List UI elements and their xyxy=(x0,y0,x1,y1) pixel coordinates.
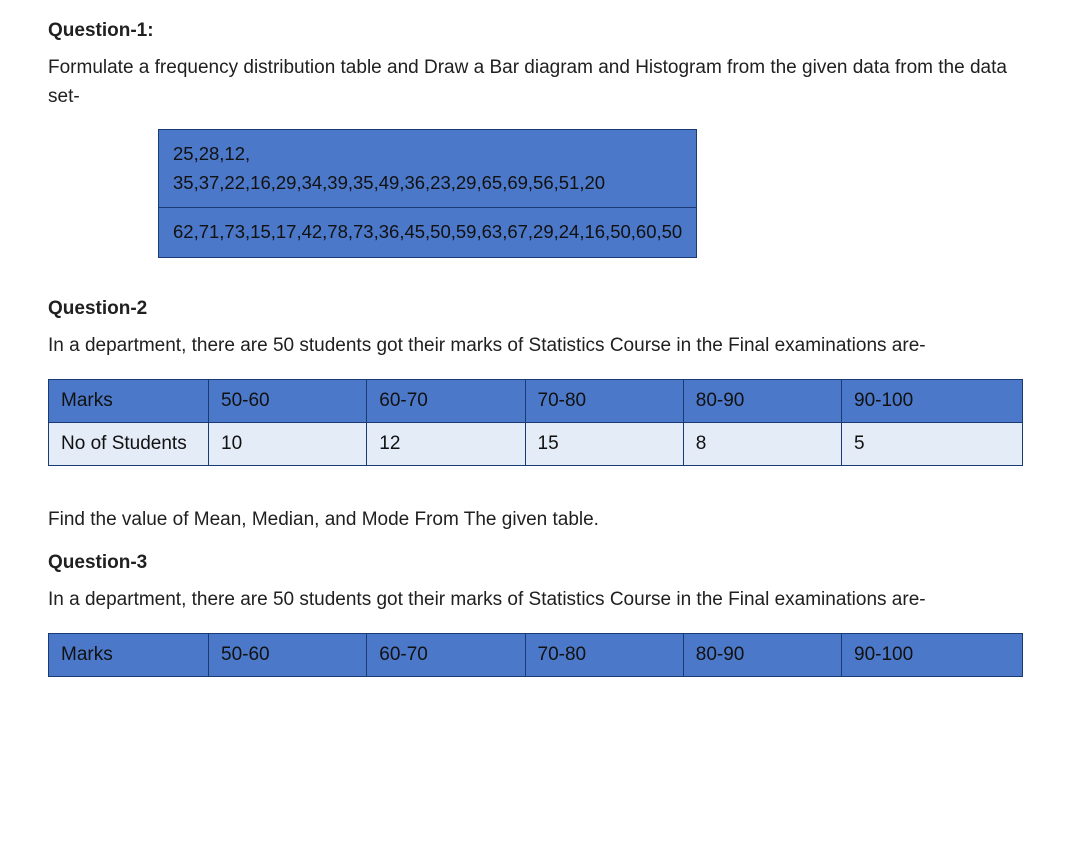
q2-row2-label: No of Students xyxy=(49,422,209,465)
q2-heading: Question-2 xyxy=(48,298,1023,320)
q2-row2-cell: 8 xyxy=(683,422,841,465)
q3-row1-cell: 70-80 xyxy=(525,633,683,676)
q1-prompt: Formulate a frequency distribution table… xyxy=(48,54,1023,111)
q3-row1-cell: 80-90 xyxy=(683,633,841,676)
q1-data-box: 25,28,12, 35,37,22,16,29,34,39,35,49,36,… xyxy=(48,129,1023,258)
q2-row2-cell: 15 xyxy=(525,422,683,465)
q2-row1-cell: 90-100 xyxy=(842,379,1023,422)
q2-row2-cell: 5 xyxy=(842,422,1023,465)
q2-row1-cell: 80-90 xyxy=(683,379,841,422)
q2-row2-cell: 10 xyxy=(209,422,367,465)
q2-row2-cell: 12 xyxy=(367,422,525,465)
q2-row1-label: Marks xyxy=(49,379,209,422)
q2-row1-cell: 70-80 xyxy=(525,379,683,422)
q2-row1-cell: 60-70 xyxy=(367,379,525,422)
q3-row1-cell: 50-60 xyxy=(209,633,367,676)
q3-row1-cell: 60-70 xyxy=(367,633,525,676)
q2-table: Marks 50-60 60-70 70-80 80-90 90-100 No … xyxy=(48,379,1023,466)
q1-data-row1: 25,28,12, 35,37,22,16,29,34,39,35,49,36,… xyxy=(159,130,697,208)
q1-heading: Question-1: xyxy=(48,20,1023,42)
q3-prompt: In a department, there are 50 students g… xyxy=(48,586,1023,615)
q3-row1-label: Marks xyxy=(49,633,209,676)
q2-row1-cell: 50-60 xyxy=(209,379,367,422)
q1-data-row2: 62,71,73,15,17,42,78,73,36,45,50,59,63,6… xyxy=(159,208,697,258)
q2-prompt: In a department, there are 50 students g… xyxy=(48,332,1023,361)
q3-heading: Question-3 xyxy=(48,552,1023,574)
q2-followup: Find the value of Mean, Median, and Mode… xyxy=(48,506,1023,535)
q3-table: Marks 50-60 60-70 70-80 80-90 90-100 xyxy=(48,633,1023,677)
q3-row1-cell: 90-100 xyxy=(842,633,1023,676)
